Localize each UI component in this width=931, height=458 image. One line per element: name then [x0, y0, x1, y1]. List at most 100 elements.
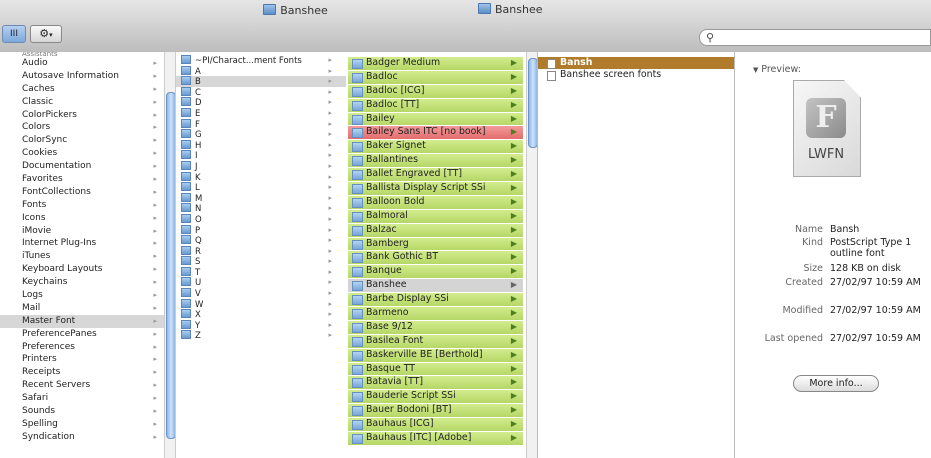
font-list-item[interactable]: Bauhaus [ICG] ▶	[348, 418, 523, 433]
folder-item[interactable]: M ▸	[176, 192, 346, 203]
font-list-item[interactable]: Barmeno ▶	[348, 307, 523, 321]
folder-item[interactable]: T ▸	[176, 266, 346, 277]
list-item[interactable]: Internet Plug-Ins ▸	[0, 237, 175, 250]
list-item[interactable]: ColorPickers ▸	[0, 109, 175, 122]
folder-item[interactable]: R ▸	[176, 245, 346, 256]
list-item[interactable]: Syndication ▸	[0, 431, 175, 444]
scrollbar[interactable]	[164, 52, 175, 458]
list-item[interactable]: ColorSync ▸	[0, 134, 175, 147]
font-list-item[interactable]: Bauhaus [ITC] [Adobe] ▶	[348, 432, 523, 446]
list-item[interactable]: Master Font ▸	[0, 314, 175, 328]
font-list-item[interactable]: Badloc ▶	[348, 70, 523, 85]
list-item[interactable]: Spelling ▸	[0, 418, 175, 431]
more-info-button[interactable]: More info...	[793, 375, 879, 392]
folder-item[interactable]: B ▸	[176, 76, 346, 87]
scrollbar-thumb[interactable]	[528, 58, 537, 148]
folder-item[interactable]: J ▸	[176, 160, 346, 172]
font-list-item[interactable]: Bailey ▶	[348, 112, 523, 127]
font-list-item[interactable]: Bauer Bodoni [BT] ▶	[348, 404, 523, 419]
font-list-item[interactable]: Baker Signet ▶	[348, 140, 523, 155]
list-item[interactable]: Logs ▸	[0, 289, 175, 302]
folder-item[interactable]: E ▸	[176, 107, 346, 119]
folder-item[interactable]: O ▸	[176, 213, 346, 225]
font-list-item[interactable]: Badloc [TT] ▶	[348, 98, 523, 113]
font-list-item[interactable]: Badloc [ICG] ▶	[348, 84, 523, 99]
list-item[interactable]: Sounds ▸	[0, 405, 175, 418]
list-item[interactable]: PreferencePanes ▸	[0, 328, 175, 341]
file-item[interactable]: Banshee screen fonts	[538, 69, 734, 81]
list-item[interactable]: Safari ▸	[0, 392, 175, 405]
folder-item[interactable]: ~PI/Charact...ment Fonts ▸	[176, 55, 346, 66]
folder-item[interactable]: P ▸	[176, 224, 346, 235]
folder-item[interactable]: H ▸	[176, 139, 346, 150]
list-item[interactable]: Caches ▸	[0, 83, 175, 96]
file-item[interactable]: Bansh	[538, 57, 734, 69]
font-list-item[interactable]: Bank Gothic BT ▶	[348, 251, 523, 266]
font-list-item[interactable]: Balloon Bold ▶	[348, 195, 523, 210]
list-item[interactable]: Preferences ▸	[0, 341, 175, 354]
font-list-item[interactable]: Balzac ▶	[348, 223, 523, 238]
folder-item[interactable]: W ▸	[176, 298, 346, 309]
scrollbar[interactable]	[526, 52, 537, 458]
list-item[interactable]: Autosave Information ▸	[0, 70, 175, 83]
folder-item[interactable]: A ▸	[176, 65, 346, 76]
list-item[interactable]: iMovie ▸	[0, 225, 175, 238]
folder-item[interactable]: L ▸	[176, 182, 346, 193]
view-column-button[interactable]: III	[2, 25, 26, 43]
font-list-item[interactable]: Ballista Display Script SSi ▶	[348, 182, 523, 196]
list-item[interactable]: Documentation ▸	[0, 160, 175, 173]
folder-item[interactable]: Y ▸	[176, 319, 346, 330]
folder-item[interactable]: U ▸	[176, 277, 346, 288]
folder-item[interactable]: S ▸	[176, 256, 346, 267]
folder-item[interactable]: I ▸	[176, 150, 346, 161]
list-item[interactable]: Printers ▸	[0, 353, 175, 366]
font-list-item[interactable]: Barbe Display SSi ▶	[348, 293, 523, 308]
font-list-item[interactable]: Banque ▶	[348, 265, 523, 280]
font-list-item[interactable]: Base 9/12 ▶	[348, 320, 523, 335]
folder-item[interactable]: Q ▸	[176, 235, 346, 246]
folder-item[interactable]: C ▸	[176, 86, 346, 97]
list-item[interactable]: Colors ▸	[0, 121, 175, 134]
disclosure-triangle-icon[interactable]: ▼	[753, 66, 758, 74]
folder-item[interactable]: K ▸	[176, 171, 346, 182]
folder-item[interactable]: V ▸	[176, 288, 346, 299]
font-list-item[interactable]: Batavia [TT] ▶	[348, 376, 523, 391]
list-item[interactable]: Favorites ▸	[0, 173, 175, 186]
chevron-right-icon: ▸	[153, 187, 157, 196]
list-item[interactable]: Receipts ▸	[0, 366, 175, 379]
search-field[interactable]: ⚲	[699, 29, 931, 46]
font-list-item[interactable]: Bauderie Script SSi ▶	[348, 390, 523, 405]
font-list-item[interactable]: Badger Medium ▶	[348, 57, 523, 71]
list-item[interactable]: Fonts ▸	[0, 199, 175, 212]
list-item[interactable]: Audio ▸	[0, 57, 175, 70]
document-icon: F LWFN	[793, 80, 871, 177]
list-item[interactable]: iTunes ▸	[0, 250, 175, 263]
list-item[interactable]: Keyboard Layouts ▸	[0, 263, 175, 276]
font-list-item[interactable]: Ballet Engraved [TT] ▶	[348, 168, 523, 183]
list-item[interactable]: Recent Servers ▸	[0, 379, 175, 392]
scrollbar-thumb[interactable]	[166, 92, 175, 439]
folder-item[interactable]: F ▸	[176, 118, 346, 129]
list-item[interactable]: Icons ▸	[0, 212, 175, 225]
folder-item[interactable]: X ▸	[176, 309, 346, 320]
folder-item[interactable]: N ▸	[176, 203, 346, 214]
folder-item[interactable]: G ▸	[176, 129, 346, 140]
font-list-item[interactable]: Basilea Font ▶	[348, 334, 523, 349]
folder-item[interactable]: Z ▸	[176, 330, 346, 341]
info-value: PostScript Type 1 outline font	[830, 237, 912, 259]
list-item[interactable]: Mail ▸	[0, 302, 175, 315]
list-item[interactable]: Cookies ▸	[0, 147, 175, 160]
font-list-item[interactable]: Baskerville BE [Berthold] ▶	[348, 348, 523, 363]
folder-item[interactable]: D ▸	[176, 97, 346, 108]
list-item[interactable]: Classic ▸	[0, 96, 175, 109]
action-menu-button[interactable]: ⚙▾	[30, 25, 62, 43]
font-list-item[interactable]: Basque TT ▶	[348, 362, 523, 377]
font-list-item[interactable]: Bailey Sans ITC [no book] ▶	[348, 126, 523, 141]
font-list-item[interactable]: Ballantines ▶	[348, 154, 523, 169]
font-list-item[interactable]: Banshee ▶	[348, 279, 523, 294]
document-icon	[547, 71, 556, 81]
list-item[interactable]: FontCollections ▸	[0, 186, 175, 199]
font-list-item[interactable]: Balmoral ▶	[348, 209, 523, 224]
list-item[interactable]: Keychains ▸	[0, 276, 175, 289]
font-list-item[interactable]: Bamberg ▶	[348, 237, 523, 252]
